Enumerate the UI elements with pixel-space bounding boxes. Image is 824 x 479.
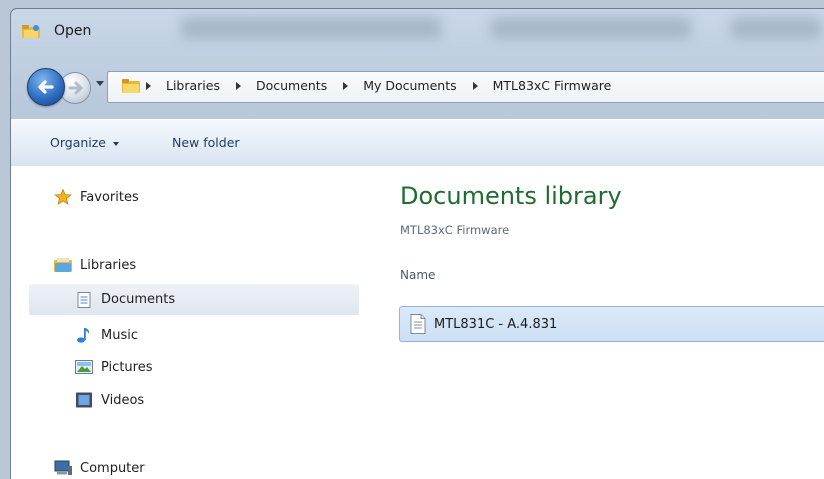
breadcrumb-documents[interactable]: Documents [256,78,327,93]
command-bar: Organize New folder [11,119,824,167]
library-subtitle: MTL83xC Firmware [400,223,510,237]
document-icon [77,291,91,308]
sidebar-item-label: Computer [80,460,145,476]
file-row[interactable]: MTL831C - A.4.831 [399,306,824,342]
window-title: Open [54,23,92,39]
navigation-row: Libraries Documents My Documents MTL83xC… [11,55,824,106]
file-list-pane: Documents library MTL83xC Firmware Name … [371,166,824,479]
library-title: Documents library [400,182,622,210]
sidebar-item-music[interactable]: Music [75,327,138,343]
sidebar-item-label: Videos [101,392,145,408]
text-file-icon [410,314,426,334]
back-button[interactable] [27,68,65,106]
star-icon [54,189,72,205]
breadcrumb-mtl83xc-firmware[interactable]: MTL83xC Firmware [493,78,612,93]
sidebar-item-documents[interactable]: Documents [29,284,359,315]
new-folder-button[interactable]: New folder [172,135,240,150]
folder-app-icon [22,25,40,38]
sidebar-item-videos[interactable]: Videos [75,392,144,408]
title-bar-blur [731,17,821,39]
title-bar-blur [181,17,441,39]
breadcrumb-libraries[interactable]: Libraries [166,78,220,93]
breadcrumb-separator[interactable] [146,82,151,90]
column-header-name[interactable]: Name [400,268,435,282]
library-icon [54,258,72,272]
organize-button[interactable]: Organize [50,135,119,150]
back-arrow-icon [38,80,54,94]
sidebar-item-pictures[interactable]: Pictures [75,359,152,375]
breadcrumb-my-documents[interactable]: My Documents [363,78,456,93]
breadcrumb: Libraries Documents My Documents MTL83xC… [146,78,611,93]
sidebar-item-label: Documents [101,292,176,307]
organize-label: Organize [50,135,106,150]
sidebar-item-libraries[interactable]: Libraries [54,257,136,273]
video-icon [76,392,92,408]
content-area: Favorites Libraries Documents Music Pict… [11,166,824,479]
navigation-pane: Favorites Libraries Documents Music Pict… [11,166,367,479]
breadcrumb-separator[interactable] [472,82,478,90]
file-name: MTL831C - A.4.831 [434,316,558,332]
breadcrumb-separator[interactable] [235,82,241,90]
picture-icon [75,360,93,374]
title-bar: Open [11,9,824,49]
sidebar-item-label: Libraries [80,257,137,273]
sidebar-item-label: Pictures [101,359,153,375]
title-bar-blur [491,17,691,39]
sidebar-item-favorites[interactable]: Favorites [54,189,139,205]
sidebar-item-label: Favorites [80,189,139,205]
recent-pages-dropdown[interactable] [96,81,104,86]
open-dialog: Open Libraries Documents My Documents MT… [10,8,824,479]
folder-icon [122,79,140,93]
music-note-icon [77,328,90,343]
breadcrumb-separator[interactable] [343,82,349,90]
sidebar-item-label: Music [101,327,138,343]
chevron-down-icon [113,141,119,146]
address-bar[interactable]: Libraries Documents My Documents MTL83xC… [107,71,824,103]
